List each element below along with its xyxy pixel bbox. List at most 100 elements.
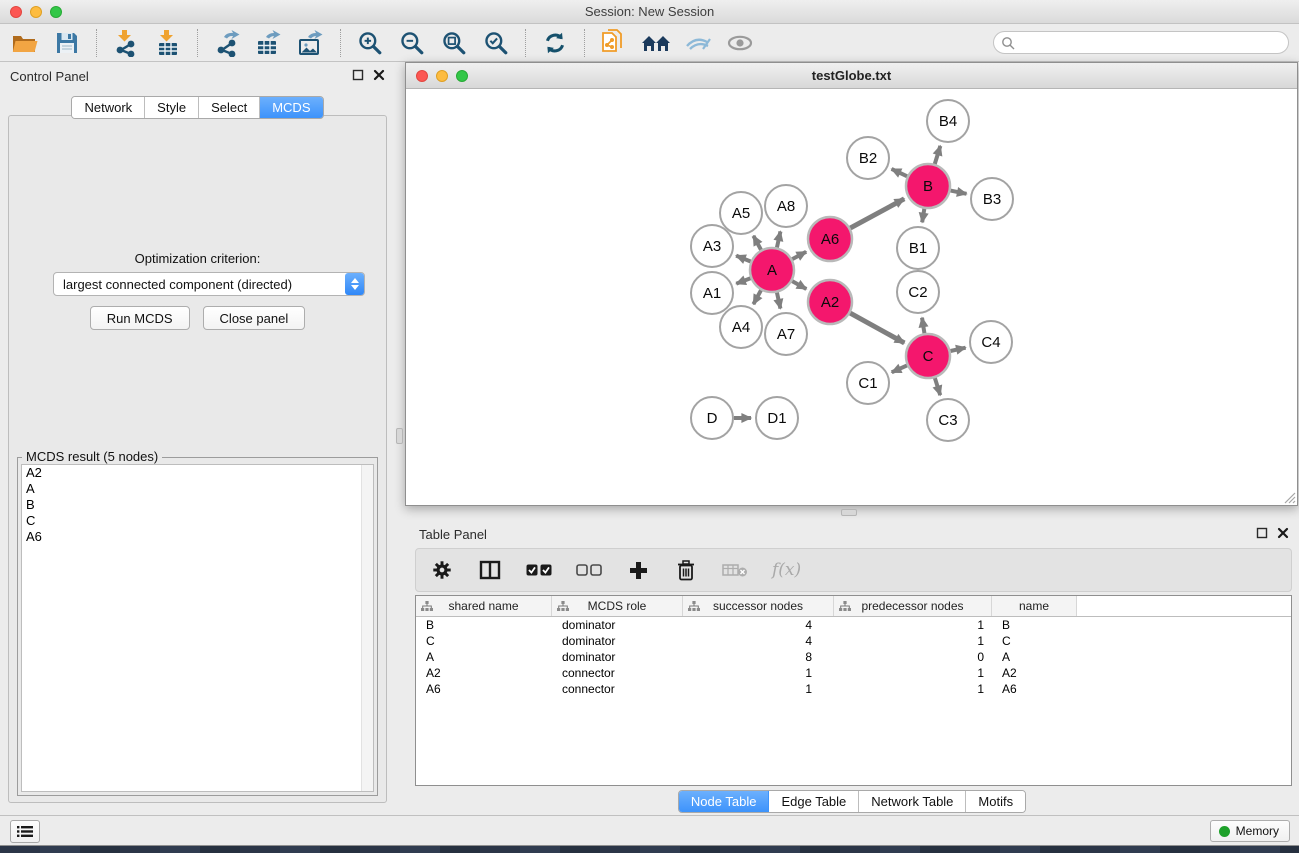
float-panel-icon[interactable] xyxy=(1256,527,1268,539)
close-panel-icon[interactable] xyxy=(373,69,385,81)
table-cell: 1 xyxy=(834,617,992,633)
tab-network-table[interactable]: Network Table xyxy=(859,791,966,812)
eye-icon xyxy=(725,31,755,55)
graph-edge-C-C3[interactable] xyxy=(935,378,940,395)
graph-edge-A-A2[interactable] xyxy=(792,281,806,289)
export-network-button[interactable] xyxy=(210,27,244,59)
graph-edge-A2-C[interactable] xyxy=(850,313,904,343)
graph-edge-B-B4[interactable] xyxy=(935,146,941,164)
zoom-selected-button[interactable] xyxy=(479,27,513,59)
graph-edge-B-B2[interactable] xyxy=(892,169,908,176)
tab-motifs[interactable]: Motifs xyxy=(966,791,1025,812)
network-canvas[interactable]: B4B2BB3A5A8A6B1A3AC2A1A2A4A7C4CC1C3DD1 xyxy=(406,89,1297,505)
select-all-button[interactable] xyxy=(526,555,552,585)
column-header-name[interactable]: name xyxy=(992,596,1077,616)
graph-node-label: B xyxy=(923,178,933,195)
mcds-result-item[interactable]: C xyxy=(22,513,373,529)
unchecked-boxes-icon xyxy=(576,564,602,577)
graph-edge-B-B3[interactable] xyxy=(951,191,967,194)
tab-mcds[interactable]: MCDS xyxy=(260,97,322,118)
tab-edge-table[interactable]: Edge Table xyxy=(769,791,859,812)
zoom-in-button[interactable] xyxy=(353,27,387,59)
save-session-button[interactable] xyxy=(50,27,84,59)
tab-network[interactable]: Network xyxy=(72,97,145,118)
toggle-bird-view-button[interactable] xyxy=(723,27,757,59)
tab-style[interactable]: Style xyxy=(145,97,199,118)
table-row[interactable]: A2connector11A2 xyxy=(416,665,1291,681)
table-row[interactable]: A6connector11A6 xyxy=(416,681,1291,697)
add-column-button[interactable] xyxy=(626,555,650,585)
toolbar-separator xyxy=(96,29,97,57)
column-header-predecessor-nodes[interactable]: predecessor nodes xyxy=(834,596,992,616)
import-table-button[interactable] xyxy=(151,27,185,59)
eye-slash-icon xyxy=(683,30,713,56)
open-session-button[interactable] xyxy=(8,27,42,59)
table-cell: A6 xyxy=(416,681,552,697)
mcds-result-item[interactable]: B xyxy=(22,497,373,513)
table-row[interactable]: Cdominator41C xyxy=(416,633,1291,649)
graph-node-label: D xyxy=(707,410,718,427)
graph-node-label: D1 xyxy=(767,410,786,427)
zoom-selected-icon xyxy=(483,30,509,56)
graph-edge-A-A5[interactable] xyxy=(753,236,761,250)
import-network-button[interactable] xyxy=(109,27,143,59)
export-image-button[interactable] xyxy=(294,27,328,59)
graph-edge-C-C4[interactable] xyxy=(950,348,965,351)
run-mcds-button[interactable]: Run MCDS xyxy=(90,306,190,330)
delete-table-button[interactable] xyxy=(722,555,748,585)
column-header-successor-nodes[interactable]: successor nodes xyxy=(683,596,834,616)
split-divider-handle[interactable] xyxy=(841,509,857,516)
search-input[interactable] xyxy=(993,31,1289,54)
close-panel-icon[interactable] xyxy=(1277,527,1289,539)
task-history-button[interactable] xyxy=(10,820,40,843)
graph-edge-C-C2[interactable] xyxy=(922,318,924,334)
zoom-out-button[interactable] xyxy=(395,27,429,59)
mcds-result-item[interactable]: A xyxy=(22,481,373,497)
show-graphics-details-button[interactable] xyxy=(681,27,715,59)
deselect-all-button[interactable] xyxy=(576,555,602,585)
graph-edge-A-A3[interactable] xyxy=(736,256,751,262)
graph-edge-A-A6[interactable] xyxy=(792,252,806,259)
mcds-result-item[interactable]: A2 xyxy=(22,465,373,481)
refresh-layout-button[interactable] xyxy=(538,27,572,59)
graph-node-label: C2 xyxy=(908,284,927,301)
graph-edge-C-C1[interactable] xyxy=(892,365,907,372)
tab-select[interactable]: Select xyxy=(199,97,260,118)
table-cell: 1 xyxy=(683,681,834,697)
memory-button[interactable]: Memory xyxy=(1210,820,1290,842)
column-header-mcds-role[interactable]: MCDS role xyxy=(552,596,683,616)
function-builder-button[interactable]: f(x) xyxy=(772,555,801,585)
table-row[interactable]: Adominator80A xyxy=(416,649,1291,665)
optimization-dropdown[interactable]: largest connected component (directed) xyxy=(53,272,365,296)
graph-node-label: A6 xyxy=(821,231,839,248)
tab-node-table[interactable]: Node Table xyxy=(679,791,770,812)
toolbar-separator xyxy=(340,29,341,57)
column-header-shared-name[interactable]: shared name xyxy=(416,596,552,616)
graph-edge-A-A8[interactable] xyxy=(777,231,781,247)
graph-edge-A6-B[interactable] xyxy=(850,199,904,228)
graph-edge-B-B1[interactable] xyxy=(922,209,924,223)
memory-status-icon xyxy=(1219,826,1230,837)
export-table-button[interactable] xyxy=(252,27,286,59)
toggle-columns-button[interactable] xyxy=(478,555,502,585)
zoom-out-icon xyxy=(399,30,425,56)
graph-node-label: A2 xyxy=(821,294,839,311)
graph-edge-A-A4[interactable] xyxy=(753,290,761,304)
resize-grip-icon[interactable] xyxy=(1282,490,1296,504)
mcds-result-item[interactable]: A6 xyxy=(22,529,373,545)
zoom-fit-icon xyxy=(441,30,467,56)
table-row[interactable]: Bdominator41B xyxy=(416,617,1291,633)
result-scrollbar[interactable] xyxy=(361,465,373,791)
mcds-tab-panel: Optimization criterion: largest connecte… xyxy=(8,115,387,803)
home-button[interactable] xyxy=(639,27,673,59)
delete-column-button[interactable] xyxy=(674,555,698,585)
float-panel-icon[interactable] xyxy=(352,69,364,81)
table-settings-button[interactable] xyxy=(430,555,454,585)
network-from-selection-button[interactable] xyxy=(597,27,631,59)
table-cell xyxy=(1077,617,1291,633)
close-panel-button[interactable]: Close panel xyxy=(203,306,306,330)
split-divider-handle[interactable] xyxy=(396,428,403,444)
zoom-fit-button[interactable] xyxy=(437,27,471,59)
graph-edge-A-A7[interactable] xyxy=(777,292,781,308)
graph-edge-A-A1[interactable] xyxy=(736,278,750,283)
